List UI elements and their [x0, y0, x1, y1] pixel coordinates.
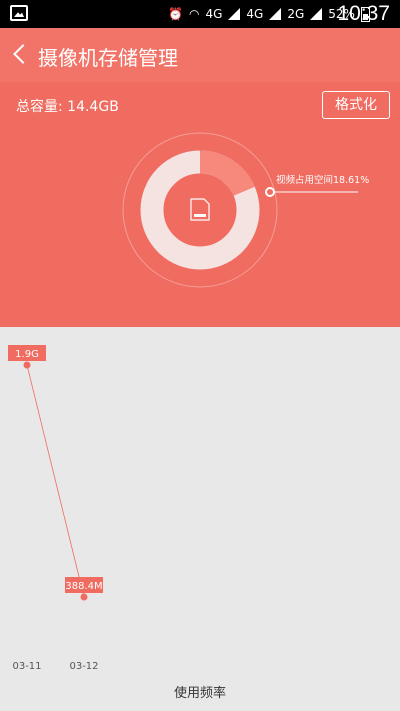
- data-label-0: 1.9G: [15, 349, 39, 360]
- status-time: 10:37: [337, 2, 390, 25]
- x-tick-label-0: 03-11: [12, 661, 41, 672]
- usage-callout-text: 视频占用空间18.61%: [276, 174, 369, 186]
- network-type-a: 4G: [205, 7, 223, 21]
- gallery-icon: [10, 5, 28, 21]
- x-axis-label: 使用频率: [173, 686, 226, 701]
- signal-icon: [228, 8, 241, 20]
- signal-icon: [269, 8, 282, 20]
- donut-center: [172, 182, 228, 238]
- callout-dot: [265, 187, 275, 197]
- usage-line-chart: 1.9G 388.4M 03-11 03-12: [8, 345, 103, 672]
- status-bar: ⏰ ◠ 4G 4G 2G 52% 10:37: [0, 0, 400, 28]
- signal-icon: [310, 8, 323, 20]
- app-bar: 摄像机存储管理: [0, 28, 400, 82]
- alarm-icon: ⏰: [168, 7, 183, 21]
- network-type-b: 4G: [246, 7, 264, 21]
- network-type-c: 2G: [287, 7, 305, 21]
- data-point-0: [23, 361, 31, 369]
- series-line: [26, 364, 85, 598]
- wifi-icon: ◠: [188, 7, 200, 21]
- data-point-1: [80, 593, 88, 601]
- page-title: 摄像机存储管理: [38, 46, 178, 70]
- data-label-1: 388.4M: [65, 581, 102, 592]
- back-button[interactable]: [10, 42, 30, 68]
- storage-donut-chart: 视频占用空间18.61%: [122, 132, 369, 288]
- x-tick-label-1: 03-12: [69, 661, 98, 672]
- storage-panel: 总容量: 14.4GB 格式化 视频占用空间18.61%: [0, 82, 400, 327]
